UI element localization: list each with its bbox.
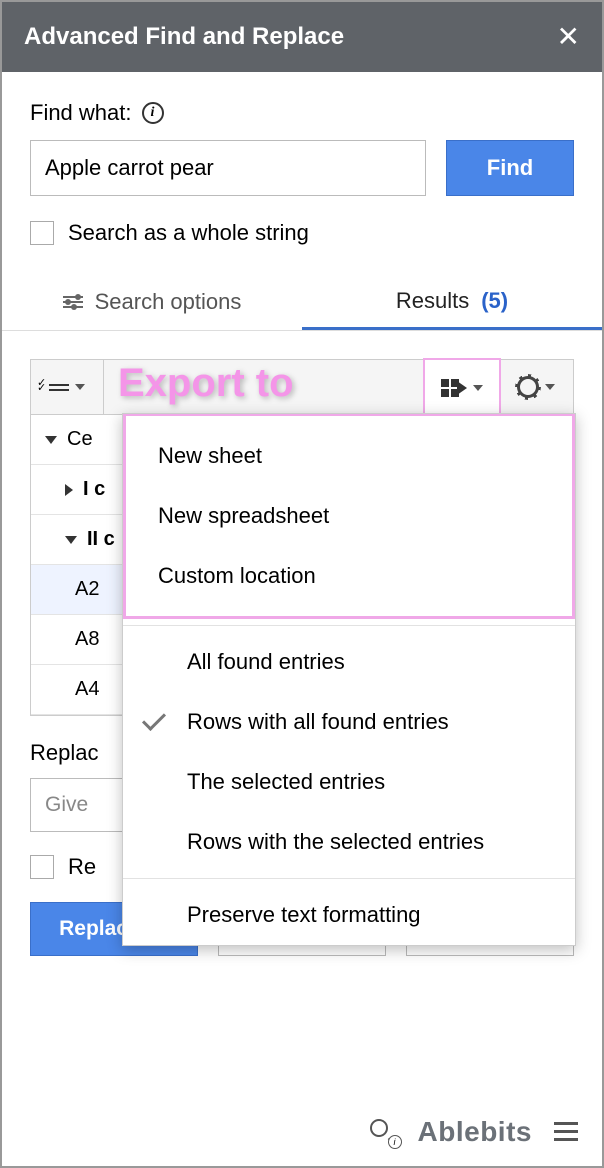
export-preserve-formatting[interactable]: Preserve text formatting: [123, 885, 575, 945]
sliders-icon: [63, 296, 83, 308]
menu-icon[interactable]: [554, 1122, 578, 1141]
settings-button[interactable]: [499, 360, 573, 414]
tab-bar: Search options Results (5): [2, 274, 602, 331]
tab-results[interactable]: Results (5): [302, 274, 602, 330]
export-new-sheet[interactable]: New sheet: [126, 426, 572, 486]
whole-string-label: Search as a whole string: [68, 220, 309, 246]
select-all-button[interactable]: [31, 360, 104, 414]
search-info-icon[interactable]: i: [370, 1119, 396, 1145]
chevron-down-icon: [473, 385, 483, 391]
export-rows-selected[interactable]: Rows with the selected entries: [123, 812, 575, 872]
dd-label: Rows with the selected entries: [187, 829, 484, 855]
checklist-icon: [49, 384, 69, 391]
dialog-title: Advanced Find and Replace: [24, 23, 344, 51]
brand-label: Ablebits: [418, 1116, 532, 1148]
find-input[interactable]: [30, 140, 426, 196]
gear-icon: [517, 376, 539, 398]
export-new-spreadsheet[interactable]: New spreadsheet: [126, 486, 572, 546]
tab-results-label: Results: [396, 288, 469, 314]
check-icon: [142, 707, 166, 731]
export-all-found[interactable]: All found entries: [123, 632, 575, 692]
tab-results-count: (5): [481, 288, 508, 314]
dropdown-separator: [123, 878, 575, 879]
export-custom-location[interactable]: Custom location: [126, 546, 572, 606]
toolbar-spacer: [104, 360, 425, 414]
tree-cell-label: A8: [75, 628, 99, 651]
tree-cell-label: A2: [75, 578, 99, 601]
info-icon[interactable]: i: [142, 102, 164, 124]
preserve-checkbox[interactable]: [30, 855, 54, 879]
find-what-label: Find what:: [30, 100, 132, 126]
export-rows-all-found[interactable]: Rows with all found entries: [123, 692, 575, 752]
chevron-down-icon: [75, 384, 85, 390]
tree-cell-label: A4: [75, 678, 99, 701]
export-icon: [441, 379, 467, 397]
chevron-down-icon: [45, 436, 57, 444]
dd-label: The selected entries: [187, 769, 385, 795]
tree-sheet-label: I c: [83, 478, 105, 501]
chevron-right-icon: [65, 484, 73, 496]
tree-spreadsheet-label: Ce: [67, 428, 93, 451]
chevron-down-icon: [65, 536, 77, 544]
footer: i Ablebits: [2, 1096, 602, 1166]
dd-label: All found entries: [187, 649, 345, 675]
tree-sheet-label: II c: [87, 528, 115, 551]
tab-search-options-label: Search options: [95, 289, 242, 315]
chevron-down-icon: [545, 384, 555, 390]
tab-search-options[interactable]: Search options: [2, 274, 302, 330]
export-button[interactable]: [423, 358, 501, 416]
dd-label: Rows with all found entries: [187, 709, 449, 735]
export-selected[interactable]: The selected entries: [123, 752, 575, 812]
find-button[interactable]: Find: [446, 140, 574, 196]
export-dropdown: New sheet New spreadsheet Custom locatio…: [122, 413, 576, 946]
preserve-label: Re: [68, 854, 96, 880]
results-toolbar: [30, 359, 574, 415]
dialog-header: Advanced Find and Replace ✕: [2, 2, 602, 72]
dropdown-separator: [123, 625, 575, 626]
dd-label: Preserve text formatting: [187, 902, 421, 928]
whole-string-checkbox[interactable]: [30, 221, 54, 245]
close-icon[interactable]: ✕: [557, 23, 580, 51]
